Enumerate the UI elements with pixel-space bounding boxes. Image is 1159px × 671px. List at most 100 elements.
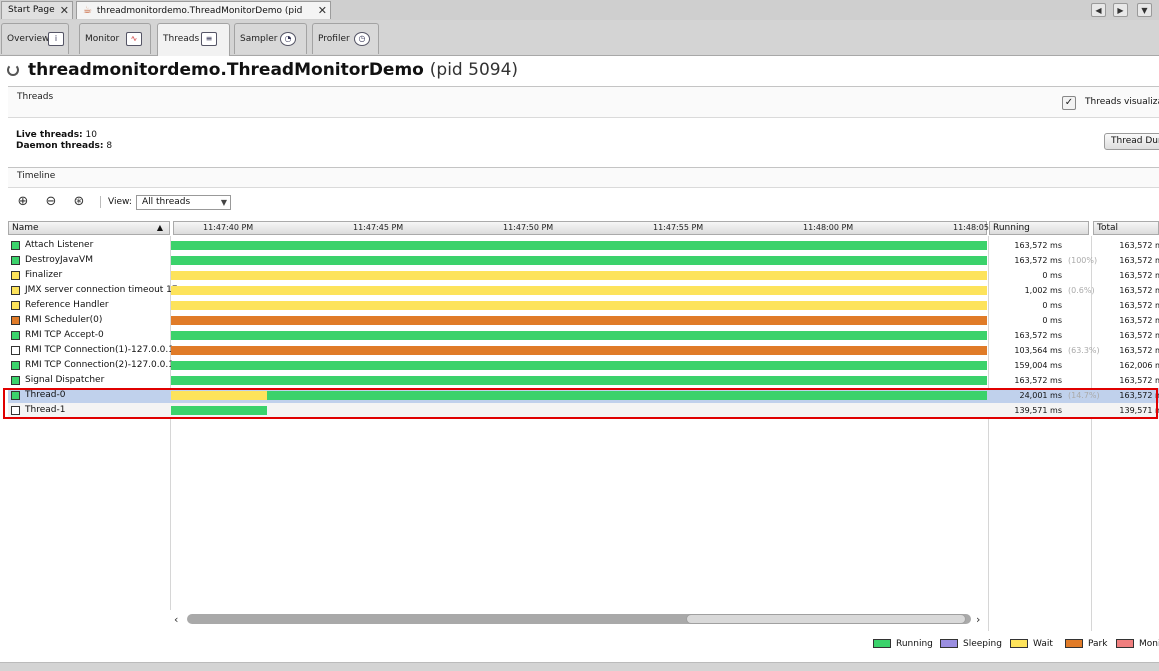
legend-label: Park <box>1088 639 1108 649</box>
thread-dump-button[interactable]: Thread Dum <box>1104 133 1159 150</box>
thread-timeline-bar <box>171 271 987 280</box>
tab-label: Threads <box>163 34 200 44</box>
legend-label: Wait <box>1033 639 1053 649</box>
legend-swatch <box>940 639 958 648</box>
running-time: 159,004 ms <box>1014 361 1062 370</box>
column-header-timeline[interactable] <box>173 221 987 235</box>
thread-name: Finalizer <box>25 270 63 280</box>
table-row[interactable]: RMI TCP Accept-0 163,572 ms 163,572 ms <box>8 328 1159 343</box>
toolbar-separator <box>100 196 101 208</box>
threads-section-header <box>8 86 1159 118</box>
table-row[interactable]: RMI Scheduler(0) 0 ms 163,572 ms <box>8 313 1159 328</box>
table-row[interactable]: DestroyJavaVM 163,572 ms (100%) 163,572 ms <box>8 253 1159 268</box>
scroll-right-icon[interactable]: ▶ <box>1113 3 1128 17</box>
document-tab-bar: Start Page ✕ ☕ threadmonitordemo.ThreadM… <box>0 0 1159 33</box>
thread-name: JMX server connection timeout 17 <box>25 285 178 295</box>
app-name: threadmonitordemo.ThreadMonitorDemo <box>28 60 424 80</box>
thread-name: RMI TCP Connection(1)-127.0.0.1 <box>25 345 174 355</box>
legend-sleeping: Sleeping <box>940 639 1002 649</box>
table-row[interactable]: RMI TCP Connection(2)-127.0.0.1 159,004 m… <box>8 358 1159 373</box>
live-threads-label: Live threads: <box>16 130 83 140</box>
column-header-running[interactable]: Running <box>989 221 1089 235</box>
running-percent: (100%) <box>1068 256 1098 265</box>
java-cup-icon: ☕ <box>83 5 92 16</box>
running-time: 163,572 ms <box>1014 376 1062 385</box>
total-time: 163,572 ms <box>1119 286 1159 295</box>
timeline-tick: 11:48:05 <box>953 223 989 232</box>
timeline-section-header <box>8 167 1159 188</box>
view-filter-value: All threads <box>142 197 191 207</box>
legend-swatch <box>873 639 891 648</box>
chevron-down-icon: ▼ <box>220 198 227 207</box>
tab-label: Overview <box>7 34 50 44</box>
close-icon[interactable]: ✕ <box>60 2 69 19</box>
scroll-left-icon[interactable]: ‹ <box>174 613 178 626</box>
thread-timeline-bar <box>171 256 987 265</box>
table-row[interactable]: RMI TCP Connection(1)-127.0.0.1 103,564 m… <box>8 343 1159 358</box>
column-header-total[interactable]: Total <box>1093 221 1159 235</box>
tab-profiler[interactable]: Profiler ◷ <box>312 23 379 54</box>
zoom-out-icon[interactable]: ⊖ <box>42 193 60 211</box>
threads-visualization-label: Threads visualizati <box>1085 97 1159 107</box>
timeline-tick: 11:47:50 PM <box>503 223 554 232</box>
column-header-label: Name <box>12 223 39 233</box>
thread-state-swatch <box>11 241 20 250</box>
thread-timeline-bar <box>171 376 987 385</box>
zoom-fit-icon[interactable]: ⊛ <box>70 193 88 211</box>
threads-visualization-checkbox[interactable]: ✓ <box>1062 96 1076 110</box>
thread-state-swatch <box>11 316 20 325</box>
running-time: 0 ms <box>1042 271 1062 280</box>
legend-running: Running <box>873 639 933 649</box>
timeline-scrollbar-thumb[interactable] <box>686 614 966 624</box>
thread-state-swatch <box>11 361 20 370</box>
table-row[interactable]: Reference Handler 0 ms 163,572 ms <box>8 298 1159 313</box>
view-filter-select[interactable]: All threads ▼ <box>136 195 231 210</box>
tab-list-dropdown-icon[interactable]: ▼ <box>1137 3 1152 17</box>
legend-label: Moni <box>1139 639 1159 649</box>
thread-state-swatch <box>11 286 20 295</box>
timeline-tick: 11:47:45 PM <box>353 223 404 232</box>
timeline-tick: 11:47:40 PM <box>203 223 254 232</box>
legend-swatch <box>1010 639 1028 648</box>
scroll-right-icon[interactable]: › <box>976 613 980 626</box>
zoom-in-icon[interactable]: ⊕ <box>14 193 32 211</box>
tab-threads[interactable]: Threads ≡ <box>157 23 230 56</box>
total-time: 163,572 ms <box>1119 376 1159 385</box>
thread-state-swatch <box>11 301 20 310</box>
total-time: 163,572 ms <box>1119 256 1159 265</box>
thread-timeline-bar <box>171 316 987 325</box>
table-row[interactable]: Finalizer 0 ms 163,572 ms <box>8 268 1159 283</box>
column-header-name[interactable]: Name ▲ <box>8 221 170 235</box>
doc-tab-start-page[interactable]: Start Page ✕ <box>1 1 73 19</box>
thread-state-swatch <box>11 331 20 340</box>
table-row[interactable]: Attach Listener 163,572 ms 163,572 ms <box>8 238 1159 253</box>
thread-timeline-bar <box>171 286 987 295</box>
info-icon: i <box>48 32 64 46</box>
table-row[interactable]: JMX server connection timeout 17 1,002 ms… <box>8 283 1159 298</box>
running-percent: (0.6%) <box>1068 286 1095 295</box>
legend-monitor: Moni <box>1116 639 1159 649</box>
legend-park: Park <box>1065 639 1107 649</box>
total-time: 163,572 ms <box>1119 346 1159 355</box>
total-time: 162,006 ms <box>1119 361 1159 370</box>
timeline-tick: 11:47:55 PM <box>653 223 704 232</box>
thread-name: DestroyJavaVM <box>25 255 93 265</box>
tab-overview[interactable]: Overview i <box>1 23 69 54</box>
thread-state-swatch <box>11 346 20 355</box>
tab-label: Profiler <box>318 34 350 44</box>
daemon-threads-value: 8 <box>106 141 113 151</box>
tab-monitor[interactable]: Monitor ∿ <box>79 23 151 54</box>
running-time: 0 ms <box>1042 316 1062 325</box>
table-row[interactable]: Signal Dispatcher 163,572 ms 163,572 ms <box>8 373 1159 388</box>
thread-state-swatch <box>11 376 20 385</box>
threads-icon: ≡ <box>201 32 217 46</box>
tab-sampler[interactable]: Sampler ◔ <box>234 23 307 54</box>
live-threads: Live threads: 10 <box>16 130 97 140</box>
thread-name: RMI Scheduler(0) <box>25 315 103 325</box>
scroll-left-icon[interactable]: ◀ <box>1091 3 1106 17</box>
total-time: 163,572 ms <box>1119 316 1159 325</box>
close-icon[interactable]: ✕ <box>318 2 327 19</box>
timeline-section-label: Timeline <box>17 171 56 181</box>
loading-spinner-icon <box>7 64 19 76</box>
doc-tab-thread-monitor[interactable]: ☕ threadmonitordemo.ThreadMonitorDemo (p… <box>76 1 331 33</box>
